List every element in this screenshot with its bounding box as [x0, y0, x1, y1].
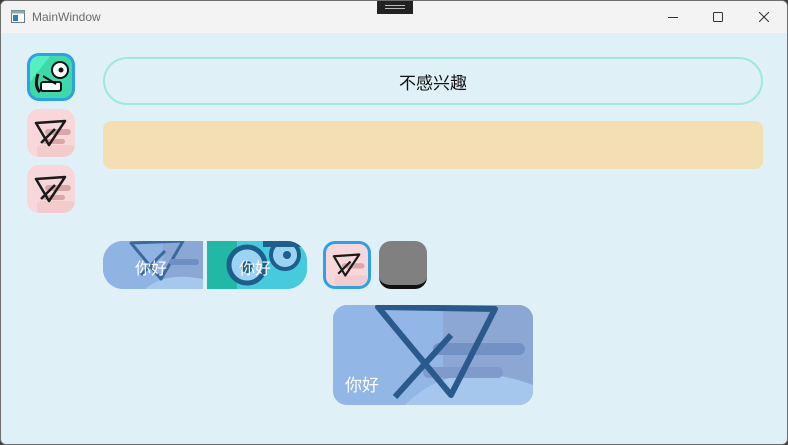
- not-interested-label: 不感兴趣: [399, 73, 467, 94]
- title-grip[interactable]: [377, 1, 413, 14]
- window-title: MainWindow: [32, 10, 101, 24]
- tile-label-1: 你好: [135, 259, 168, 278]
- minimize-icon: [668, 17, 678, 18]
- gray-button[interactable]: [379, 241, 427, 289]
- sidebar-item-plane-2[interactable]: [27, 165, 75, 213]
- large-tile-button[interactable]: 你好: [333, 305, 533, 405]
- maximize-button[interactable]: [695, 1, 741, 33]
- sidebar-item-plane-1[interactable]: [27, 109, 75, 157]
- maximize-icon: [713, 12, 723, 22]
- app-icon: [11, 10, 25, 23]
- large-tile-label: 你好: [345, 376, 379, 396]
- title-bar[interactable]: MainWindow: [1, 1, 787, 33]
- mascot-icon: [30, 56, 72, 98]
- paper-plane-icon: [34, 119, 75, 157]
- main-window: MainWindow 不感兴趣 你好 你好 你好: [0, 0, 788, 445]
- plane-icon-button[interactable]: [323, 241, 371, 289]
- close-button[interactable]: [741, 1, 787, 33]
- sidebar-item-mascot[interactable]: [27, 53, 75, 101]
- banner-panel: [103, 121, 763, 169]
- paper-plane-icon: [34, 175, 75, 213]
- not-interested-button[interactable]: 不感兴趣: [103, 57, 763, 105]
- tile-button-1[interactable]: 你好: [103, 241, 203, 289]
- tile-button-2[interactable]: 你好: [207, 241, 307, 289]
- close-icon: [759, 12, 769, 22]
- tile-label-2: 你好: [239, 259, 272, 278]
- minimize-button[interactable]: [650, 1, 696, 33]
- paper-plane-icon: [326, 244, 368, 286]
- content-area: 不感兴趣 你好 你好 你好: [1, 33, 787, 444]
